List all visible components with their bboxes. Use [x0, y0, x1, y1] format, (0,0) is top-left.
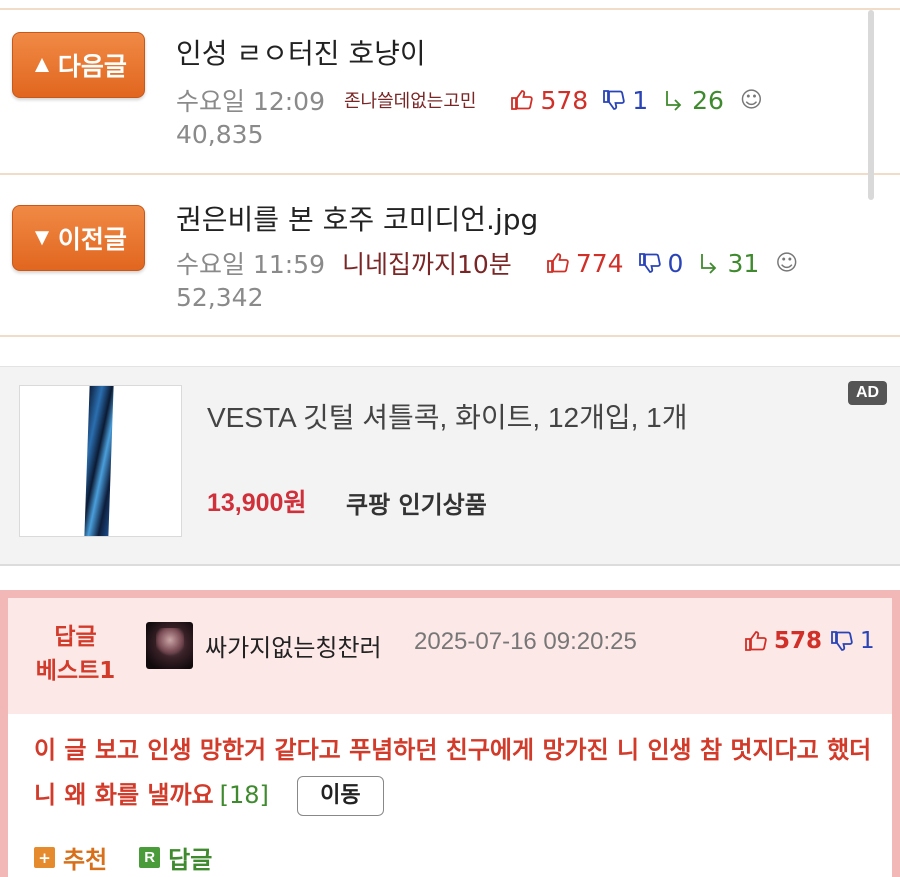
- avatar[interactable]: [146, 622, 193, 669]
- best-reply-label: 답글 베스트1: [35, 624, 116, 684]
- smiley-icon: ☺: [775, 250, 799, 276]
- prev-post-row[interactable]: ▼ 이전글 권은비를 본 호주 코미디언.jpg 수요일 11:59 니네집까지…: [0, 175, 900, 335]
- reply-actions: + 추천 R 답글: [34, 840, 244, 875]
- post-author[interactable]: 니네집까지10분: [342, 245, 512, 281]
- reply-dislike-count: 1: [860, 628, 875, 654]
- recommend-button[interactable]: + 추천: [34, 840, 107, 875]
- prev-post-meta: 수요일 11:59 니네집까지10분 774 0 31 ☺: [176, 245, 798, 281]
- view-count: 40,835: [176, 120, 264, 149]
- row-divider: [0, 335, 900, 337]
- best-reply-card: 답글 베스트1 싸가지없는칭찬러 2025-07-16 09:20:25 578…: [0, 590, 900, 877]
- ad-product-image[interactable]: [19, 385, 182, 537]
- reply-votes: 578 1: [744, 628, 875, 654]
- best-reply-header: 답글 베스트1 싸가지없는칭찬러 2025-07-16 09:20:25 578…: [8, 598, 892, 714]
- ad-product-title[interactable]: VESTA 깃털 셔틀콕, 화이트, 12개입, 1개: [207, 396, 688, 436]
- reply-count: 31: [697, 249, 759, 278]
- reply-arrow-icon: [666, 91, 682, 111]
- ad-banner[interactable]: VESTA 깃털 셔틀콕, 화이트, 12개입, 1개 13,900원 쿠팡 인…: [0, 366, 900, 566]
- next-post-row[interactable]: ▲ 다음글 인성 ㄹㅇ터진 호냥이 수요일 12:09 존나쓸데없는고민 578…: [0, 10, 900, 173]
- dislike-count: 1: [602, 86, 648, 115]
- reply-count: 26: [662, 86, 724, 115]
- plus-icon: +: [34, 847, 55, 868]
- prev-post-button-label: 이전글: [57, 226, 127, 254]
- reply-r-icon: R: [139, 847, 161, 868]
- ad-store: 쿠팡 인기상품: [346, 491, 487, 519]
- reply-like-count: 578: [774, 628, 823, 654]
- ad-price: 13,900원: [207, 489, 307, 517]
- thumbs-down-icon: [638, 253, 661, 273]
- smiley-icon: ☺: [739, 87, 763, 113]
- reply-datetime: 2025-07-16 09:20:25: [414, 628, 637, 655]
- best-reply-text[interactable]: 이 글 보고 인생 망한거 같다고 푸념하던 친구에게 망가진 니 인생 참 멋…: [34, 728, 884, 818]
- view-count: 52,342: [176, 283, 264, 312]
- next-post-button[interactable]: ▲ 다음글: [12, 32, 145, 98]
- reply-author[interactable]: 싸가지없는칭찬러: [205, 628, 382, 663]
- reply-arrow-icon: [701, 254, 717, 274]
- thumbs-down-icon: [831, 631, 853, 651]
- next-post-title[interactable]: 인성 ㄹㅇ터진 호냥이: [176, 32, 426, 72]
- post-time: 수요일 12:09: [176, 87, 325, 116]
- comment-count: [18]: [219, 781, 269, 809]
- next-post-meta: 수요일 12:09 존나쓸데없는고민 578 1 26 ☺: [176, 82, 763, 118]
- ad-badge: AD: [848, 381, 887, 405]
- up-arrow-icon: ▲: [30, 51, 54, 78]
- scrollbar[interactable]: [868, 10, 874, 200]
- prev-post-title[interactable]: 권은비를 본 호주 코미디언.jpg: [176, 198, 538, 238]
- prev-post-button[interactable]: ▼ 이전글: [12, 205, 145, 271]
- thumbs-up-icon: [745, 631, 767, 651]
- thumbs-up-icon: [546, 253, 569, 273]
- reply-button[interactable]: R 답글: [139, 840, 212, 875]
- thumbs-up-icon: [511, 90, 534, 110]
- racket-image: [84, 386, 114, 536]
- post-time: 수요일 11:59: [176, 250, 325, 279]
- next-post-button-label: 다음글: [57, 53, 127, 81]
- down-arrow-icon: ▼: [30, 224, 54, 251]
- like-count: 578: [510, 86, 588, 115]
- thumbs-down-icon: [603, 90, 625, 110]
- post-author[interactable]: 존나쓸데없는고민: [344, 87, 476, 113]
- like-count: 774: [546, 249, 624, 278]
- dislike-count: 0: [638, 249, 683, 278]
- move-button[interactable]: 이동: [296, 776, 384, 816]
